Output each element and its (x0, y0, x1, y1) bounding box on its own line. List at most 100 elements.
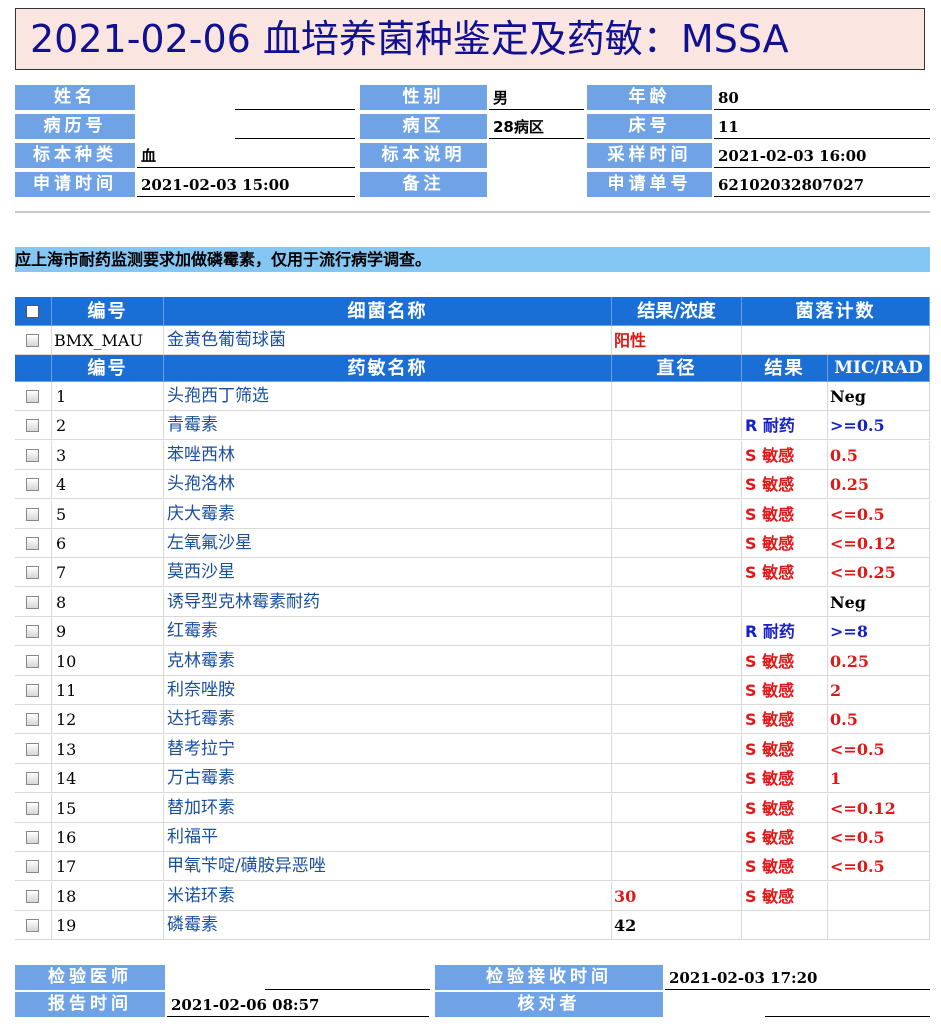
drug-row[interactable]: 7 莫西沙星 S 敏感 <=0.25 (15, 558, 930, 588)
drug-id: 11 (52, 676, 164, 705)
checkbox-cell (15, 911, 52, 941)
drug-name[interactable]: 达托霉素 (164, 705, 612, 735)
drug-name[interactable]: 利奈唑胺 (164, 676, 612, 705)
drug-id: 4 (52, 470, 164, 500)
drug-name[interactable]: 青霉素 (164, 411, 612, 441)
checkbox-cell (15, 646, 52, 676)
drug-row[interactable]: 19 磷霉素 42 (15, 911, 930, 941)
row-checkbox[interactable] (26, 713, 39, 727)
row-checkbox[interactable] (26, 334, 39, 347)
drug-mic (828, 881, 930, 911)
drug-id: 2 (52, 411, 164, 441)
row-checkbox[interactable] (26, 654, 39, 668)
drug-name[interactable]: 庆大霉素 (164, 499, 612, 529)
drug-row[interactable]: 15 替加环素 S 敏感 <=0.12 (15, 793, 930, 823)
drug-name[interactable]: 米诺环素 (164, 881, 612, 911)
drug-name[interactable]: 头孢洛林 (164, 470, 612, 500)
row-checkbox[interactable] (26, 566, 39, 580)
drug-diameter (612, 440, 742, 470)
divider (15, 211, 930, 213)
row-checkbox[interactable] (26, 801, 39, 815)
drug-row[interactable]: 6 左氧氟沙星 S 敏感 <=0.12 (15, 529, 930, 558)
select-all-cell (15, 297, 52, 326)
drug-mic: 0.5 (828, 440, 930, 470)
drug-mic: 2 (828, 676, 930, 705)
bacteria-row[interactable]: BMX_MAU 金黄色葡萄球菌 阳性 (15, 326, 930, 355)
row-checkbox[interactable] (26, 595, 39, 609)
row-checkbox[interactable] (26, 478, 39, 492)
drug-name[interactable]: 克林霉素 (164, 646, 612, 676)
drug-name[interactable]: 红霉素 (164, 617, 612, 647)
row-checkbox[interactable] (26, 684, 39, 697)
checkbox-cell (15, 529, 52, 558)
drug-name[interactable]: 替考拉宁 (164, 734, 612, 764)
drug-row[interactable]: 5 庆大霉素 S 敏感 <=0.5 (15, 499, 930, 529)
drug-row[interactable]: 13 替考拉宁 S 敏感 <=0.5 (15, 734, 930, 764)
drug-name[interactable]: 诱导型克林霉素耐药 (164, 587, 612, 617)
header-drug-name[interactable]: 药敏名称 (164, 355, 612, 382)
row-checkbox[interactable] (26, 831, 39, 844)
drug-row[interactable]: 8 诱导型克林霉素耐药 Neg (15, 587, 930, 617)
checkbox-cell (15, 558, 52, 588)
row-checkbox[interactable] (26, 448, 39, 462)
drug-result: R 耐药 (742, 617, 828, 647)
drug-name[interactable]: 左氧氟沙星 (164, 529, 612, 558)
checkbox-cell (15, 705, 52, 735)
drug-row[interactable]: 3 苯唑西林 S 敏感 0.5 (15, 440, 930, 470)
checkbox-cell (15, 470, 52, 500)
info-label: 申请时间 (15, 172, 135, 197)
drug-id: 5 (52, 499, 164, 529)
drug-row[interactable]: 18 米诺环素 30 S 敏感 (15, 881, 930, 911)
bacteria-name[interactable]: 金黄色葡萄球菌 (164, 326, 612, 355)
row-checkbox[interactable] (26, 507, 39, 521)
row-checkbox[interactable] (26, 889, 39, 903)
drug-result: S 敏感 (742, 793, 828, 823)
row-checkbox[interactable] (26, 625, 39, 639)
row-checkbox[interactable] (26, 537, 39, 550)
drug-name[interactable]: 苯唑西林 (164, 440, 612, 470)
row-checkbox[interactable] (26, 860, 39, 874)
header-id[interactable]: 编号 (52, 297, 164, 326)
row-checkbox[interactable] (26, 390, 39, 403)
drug-row[interactable]: 2 青霉素 R 耐药 >=0.5 (15, 411, 930, 441)
drug-row[interactable]: 16 利福平 S 敏感 <=0.5 (15, 823, 930, 852)
drug-row[interactable]: 10 克林霉素 S 敏感 0.25 (15, 646, 930, 676)
select-all-checkbox[interactable] (26, 305, 39, 318)
drug-name[interactable]: 莫西沙星 (164, 558, 612, 588)
drug-name[interactable]: 万古霉素 (164, 764, 612, 794)
drug-mic: Neg (828, 587, 930, 617)
row-checkbox[interactable] (26, 419, 39, 433)
header-mic[interactable]: MIC/RAD (828, 355, 930, 382)
drug-name[interactable]: 磷霉素 (164, 911, 612, 941)
header-drug-result[interactable]: 结果 (742, 355, 828, 382)
drug-name[interactable]: 甲氧苄啶/磺胺异恶唑 (164, 852, 612, 882)
info-value: 28病区 (489, 114, 584, 139)
drug-diameter (612, 676, 742, 705)
info-row: 标本种类血标本说明 采样时间 2021-02-03 16:00 (15, 143, 930, 169)
info-label: 姓名 (15, 85, 135, 110)
drug-diameter: 30 (612, 881, 742, 911)
drug-row[interactable]: 14 万古霉素 S 敏感 1 (15, 764, 930, 794)
info-label: 病区 (360, 114, 487, 139)
row-checkbox[interactable] (26, 919, 39, 933)
drug-row[interactable]: 9 红霉素 R 耐药 >=8 (15, 617, 930, 647)
drug-result: S 敏感 (742, 529, 828, 558)
drug-row[interactable]: 4 头孢洛林 S 敏感 0.25 (15, 470, 930, 500)
drug-row[interactable]: 1 头孢西丁筛选 Neg (15, 382, 930, 411)
report-title: 2021-02-06 血培养菌种鉴定及药敏：MSSA (15, 8, 925, 70)
drug-name[interactable]: 头孢西丁筛选 (164, 382, 612, 411)
header-bacteria-name[interactable]: 细菌名称 (164, 297, 612, 326)
drug-row[interactable]: 12 达托霉素 S 敏感 0.5 (15, 705, 930, 735)
info-row: 申请时间 2021-02-03 15:00 备注 申请单号 62102032807027 (15, 172, 930, 198)
row-checkbox[interactable] (26, 742, 39, 756)
header-drug-id[interactable]: 编号 (52, 355, 164, 382)
header-diameter[interactable]: 直径 (612, 355, 742, 382)
drug-name[interactable]: 利福平 (164, 823, 612, 852)
drug-row[interactable]: 11 利奈唑胺 S 敏感 2 (15, 676, 930, 705)
header-result[interactable]: 结果/浓度 (612, 297, 742, 326)
drug-row[interactable]: 17 甲氧苄啶/磺胺异恶唑 S 敏感 <=0.5 (15, 852, 930, 882)
header-colony-count[interactable]: 菌落计数 (742, 297, 930, 326)
drug-name[interactable]: 替加环素 (164, 793, 612, 823)
row-checkbox[interactable] (26, 772, 39, 786)
empty-header-cell (15, 355, 52, 382)
